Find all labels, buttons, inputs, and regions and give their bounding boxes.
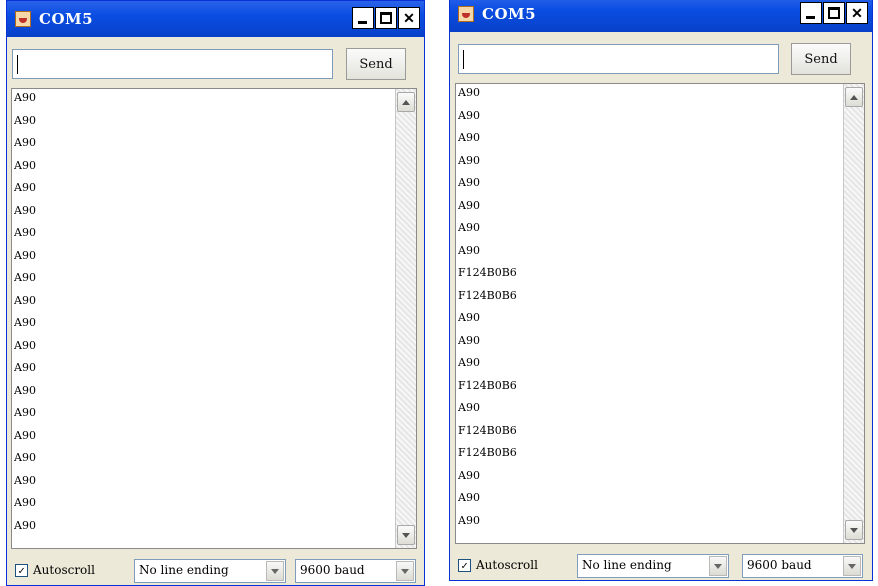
serial-output[interactable]: A90 A90 A90 A90 A90 A90 A90 A90 A90 A90 …: [11, 88, 417, 549]
output-line: A90: [14, 113, 36, 127]
output-line: A90: [14, 271, 36, 284]
serial-output[interactable]: A90 A90 A90 A90 A90 A90 A90 A90 F124B0B6…: [455, 83, 865, 544]
send-button[interactable]: Send: [346, 48, 406, 80]
close-button[interactable]: [398, 7, 420, 29]
output-line: A90: [458, 513, 480, 527]
vertical-scrollbar[interactable]: [395, 89, 416, 548]
output-line: A90: [14, 361, 36, 374]
output-lines: A90 A90 A90 A90 A90 A90 A90 A90 A90 A90 …: [14, 89, 396, 548]
window-title: COM5: [482, 5, 537, 23]
output-line: A90: [14, 406, 36, 419]
output-line: A90: [14, 226, 36, 239]
autoscroll-label: Autoscroll: [476, 558, 538, 572]
vertical-scrollbar[interactable]: [843, 84, 864, 543]
output-line: A90: [458, 333, 480, 347]
output-lines: A90 A90 A90 A90 A90 A90 A90 A90 F124B0B6…: [458, 84, 844, 543]
dropdown-arrow-icon[interactable]: [396, 561, 414, 581]
output-line: A90: [14, 293, 36, 307]
dropdown-arrow-icon[interactable]: [709, 556, 727, 576]
line-ending-value: No line ending: [582, 558, 672, 572]
minimize-button[interactable]: [800, 2, 822, 24]
serial-monitor-window-right: COM5 Send A90 A90 A90 A90 A90 A90 A90 A9…: [449, 0, 873, 581]
output-line: A90: [14, 316, 36, 329]
output-line: A90: [14, 91, 36, 104]
output-line: F124B0B6: [458, 423, 517, 437]
send-input[interactable]: [458, 44, 779, 74]
output-line: A90: [14, 428, 36, 442]
output-line: A90: [14, 136, 36, 149]
checkbox-checked-icon[interactable]: ✓: [15, 564, 28, 577]
output-line: A90: [14, 248, 36, 262]
baud-rate-select[interactable]: 9600 baud: [742, 554, 863, 578]
output-line: A90: [14, 496, 36, 509]
output-line: A90: [14, 158, 36, 172]
minimize-button[interactable]: [352, 7, 374, 29]
output-line: A90: [458, 198, 480, 212]
send-button[interactable]: Send: [791, 43, 851, 75]
output-line: A90: [14, 338, 36, 352]
close-button[interactable]: [846, 2, 868, 24]
serial-monitor-window-left: COM5 Send A90 A90 A90 A90 A90 A90 A90 A9…: [6, 0, 425, 586]
line-ending-value: No line ending: [139, 563, 229, 577]
output-line: A90: [458, 176, 480, 189]
send-input[interactable]: [12, 49, 333, 79]
send-text-field[interactable]: [459, 45, 778, 73]
title-bar[interactable]: COM5: [7, 1, 424, 37]
output-line: A90: [458, 401, 480, 414]
output-line: A90: [458, 311, 480, 324]
line-ending-select[interactable]: No line ending: [134, 559, 286, 583]
send-text-field[interactable]: [13, 50, 332, 78]
output-line: A90: [458, 356, 480, 369]
output-line: A90: [14, 383, 36, 397]
output-line: A90: [458, 491, 480, 504]
output-line: A90: [14, 181, 36, 194]
maximize-button[interactable]: [375, 7, 397, 29]
output-line: A90: [458, 153, 480, 167]
dropdown-arrow-icon[interactable]: [266, 561, 284, 581]
output-line: A90: [14, 473, 36, 487]
title-bar[interactable]: COM5: [450, 0, 872, 32]
output-line: A90: [458, 131, 480, 144]
scroll-up-arrow-icon[interactable]: [397, 92, 415, 112]
output-line: A90: [458, 243, 480, 257]
output-line: F124B0B6: [458, 378, 517, 392]
scroll-up-arrow-icon[interactable]: [845, 87, 863, 107]
scroll-down-arrow-icon[interactable]: [845, 520, 863, 540]
line-ending-select[interactable]: No line ending: [577, 554, 729, 578]
baud-rate-value: 9600 baud: [300, 563, 365, 577]
output-line: A90: [458, 108, 480, 122]
baud-rate-value: 9600 baud: [747, 558, 812, 572]
java-icon: [15, 11, 31, 27]
dropdown-arrow-icon[interactable]: [843, 556, 861, 576]
output-line: A90: [458, 86, 480, 99]
output-line: A90: [458, 221, 480, 234]
baud-rate-select[interactable]: 9600 baud: [295, 559, 416, 583]
scroll-down-arrow-icon[interactable]: [397, 525, 415, 545]
output-line: F124B0B6: [458, 266, 517, 279]
java-icon: [458, 6, 474, 22]
autoscroll-label: Autoscroll: [33, 563, 95, 577]
output-line: A90: [14, 451, 36, 464]
window-title: COM5: [39, 10, 94, 28]
status-bar: ✓ Autoscroll No line ending 9600 baud: [7, 556, 424, 585]
maximize-button[interactable]: [823, 2, 845, 24]
output-line: A90: [458, 468, 480, 482]
output-line: F124B0B6: [458, 446, 517, 459]
checkbox-checked-icon[interactable]: ✓: [458, 559, 471, 572]
output-line: F124B0B6: [458, 288, 517, 302]
status-bar: ✓ Autoscroll No line ending 9600 baud: [450, 551, 872, 580]
output-line: A90: [14, 203, 36, 217]
output-line: A90: [14, 518, 36, 532]
